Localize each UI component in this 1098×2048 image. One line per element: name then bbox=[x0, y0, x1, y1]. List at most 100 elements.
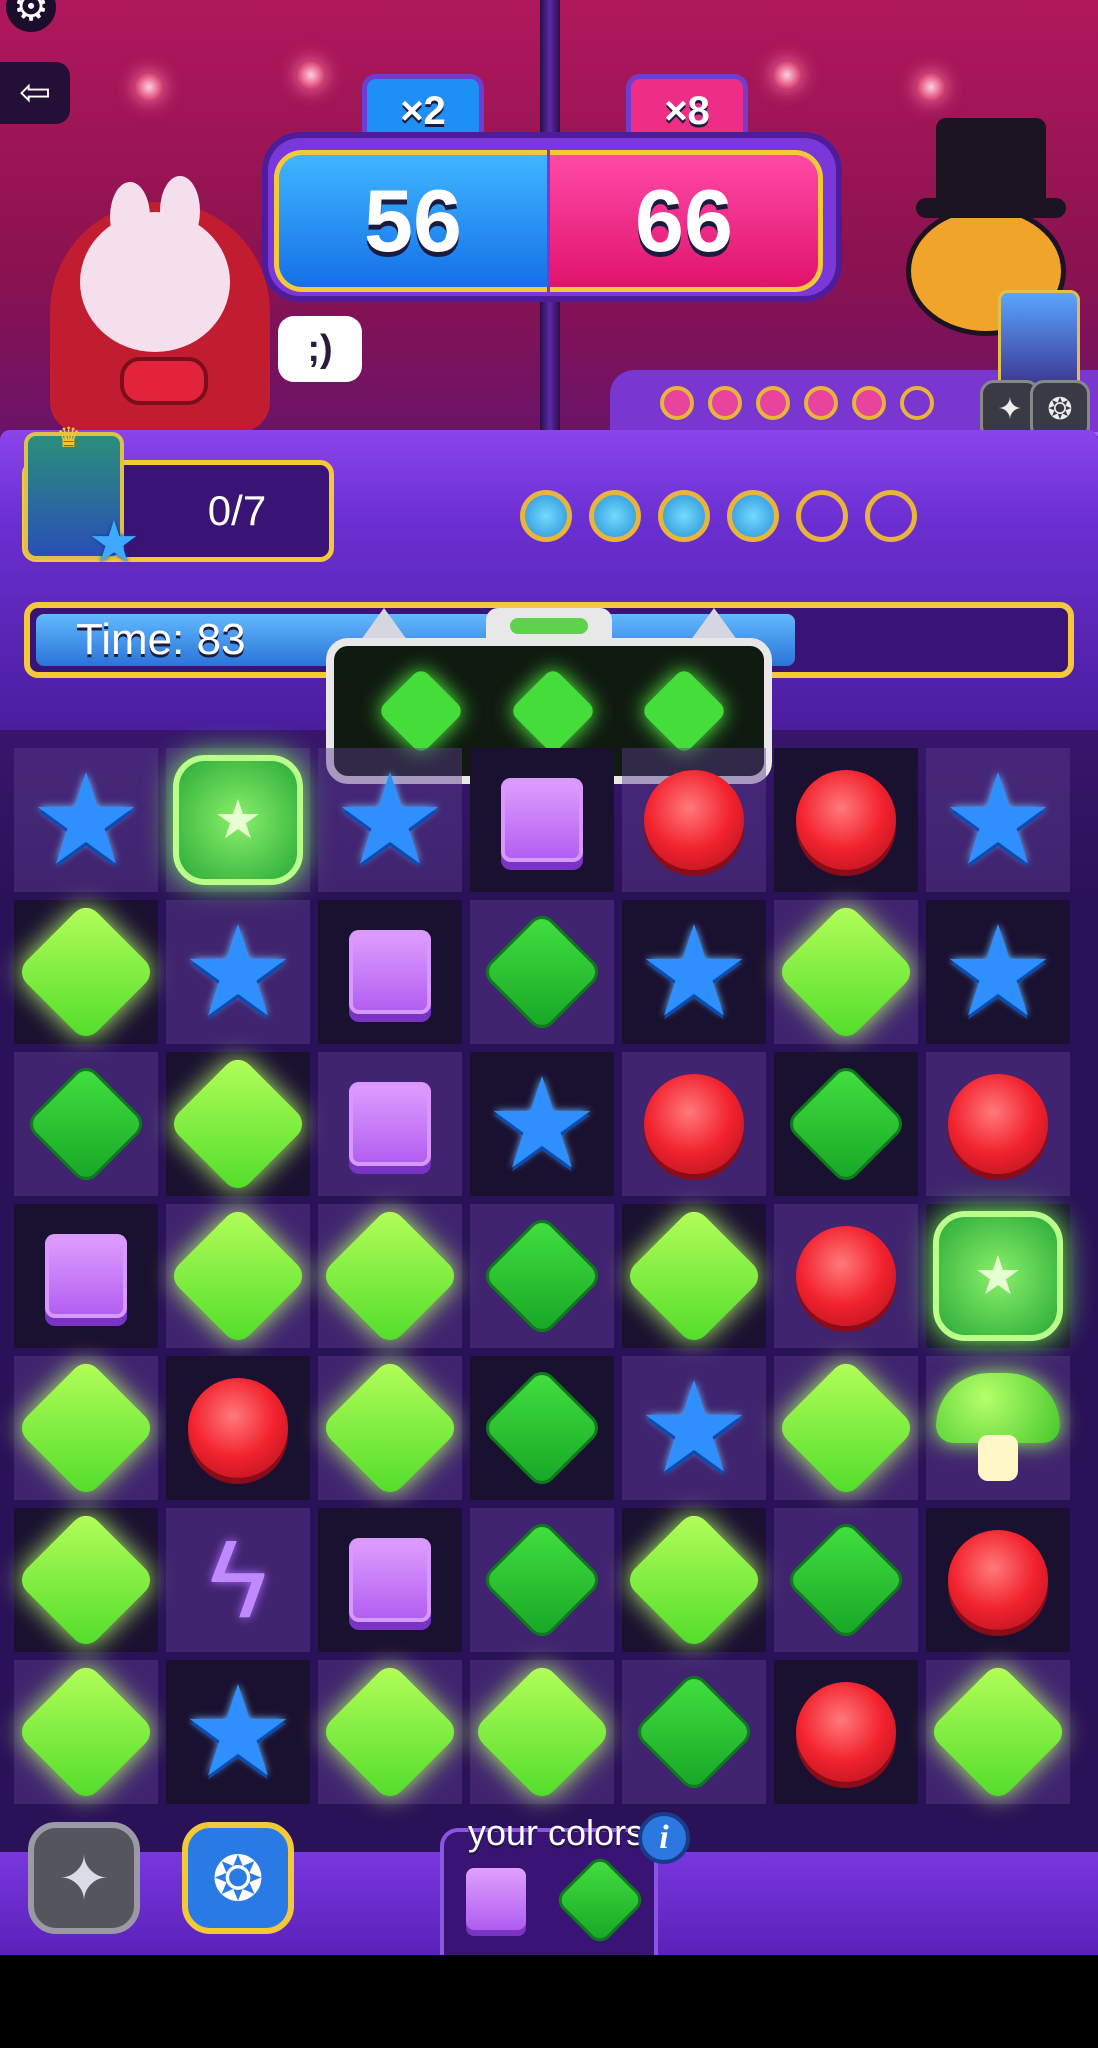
board-cell[interactable] bbox=[774, 1508, 918, 1652]
lime-diamond-icon bbox=[927, 1661, 1069, 1803]
board-cell[interactable] bbox=[926, 1660, 1070, 1804]
sparkle-stars-icon[interactable]: ✦ bbox=[28, 1822, 140, 1934]
board-cell[interactable] bbox=[318, 1052, 462, 1196]
board-cell[interactable] bbox=[166, 1356, 310, 1500]
board-cell[interactable] bbox=[470, 900, 614, 1044]
board-cell[interactable] bbox=[318, 900, 462, 1044]
green-diamond-icon bbox=[28, 1066, 144, 1182]
green-diamond-icon bbox=[788, 1522, 904, 1638]
board-cell[interactable] bbox=[14, 900, 158, 1044]
board-cell[interactable] bbox=[774, 748, 918, 892]
board-cell[interactable] bbox=[318, 1508, 462, 1652]
board-cell[interactable] bbox=[774, 900, 918, 1044]
lime-diamond-icon bbox=[775, 901, 917, 1043]
board-cell[interactable]: ★ bbox=[926, 1204, 1070, 1348]
board-cell[interactable] bbox=[926, 1508, 1070, 1652]
your-colors-label: your colors bbox=[468, 1812, 645, 1853]
combo-indicator bbox=[510, 618, 588, 634]
purple-square-icon bbox=[349, 1538, 431, 1622]
blue-star-icon: ★ bbox=[181, 1661, 295, 1802]
green-diamond-icon bbox=[788, 1066, 904, 1182]
board-cell[interactable] bbox=[622, 1660, 766, 1804]
board-cell[interactable] bbox=[926, 1052, 1070, 1196]
lime-diamond-icon bbox=[319, 1357, 461, 1499]
red-chip-icon bbox=[644, 1074, 744, 1174]
mushroom-icon bbox=[936, 1373, 1060, 1483]
stage-light bbox=[772, 60, 802, 90]
board-cell[interactable] bbox=[14, 1356, 158, 1500]
board-cell[interactable] bbox=[470, 1660, 614, 1804]
lime-diamond-icon bbox=[167, 1053, 309, 1195]
board-cell[interactable]: ★ bbox=[14, 748, 158, 892]
board-cell[interactable] bbox=[14, 1052, 158, 1196]
wink-face-icon[interactable]: ;) bbox=[278, 316, 362, 382]
board-cell[interactable] bbox=[622, 1508, 766, 1652]
lime-diamond-icon bbox=[319, 1661, 461, 1803]
board-cell[interactable]: ★ bbox=[622, 900, 766, 1044]
lime-diamond-icon bbox=[775, 1357, 917, 1499]
stage-light bbox=[296, 60, 326, 90]
round-dot bbox=[520, 490, 572, 542]
board-cell[interactable] bbox=[14, 1660, 158, 1804]
blue-star-icon: ★ bbox=[941, 901, 1055, 1042]
scarab-beetle-icon[interactable]: ❂ bbox=[182, 1822, 294, 1934]
board-cell[interactable]: ★ bbox=[622, 1356, 766, 1500]
board-cell[interactable] bbox=[774, 1356, 918, 1500]
board-cell[interactable]: ★ bbox=[166, 900, 310, 1044]
board-cell[interactable] bbox=[318, 1356, 462, 1500]
red-chip-icon bbox=[796, 1682, 896, 1782]
round-dot bbox=[589, 490, 641, 542]
board-cell[interactable]: ★ bbox=[166, 1660, 310, 1804]
lime-diamond-icon bbox=[15, 1661, 157, 1803]
board-cell[interactable] bbox=[14, 1508, 158, 1652]
board-cell[interactable] bbox=[774, 1204, 918, 1348]
board-cell[interactable] bbox=[622, 748, 766, 892]
board-cell[interactable] bbox=[318, 1660, 462, 1804]
red-chip-icon bbox=[188, 1378, 288, 1478]
goal-progress: 0/7 bbox=[207, 487, 267, 534]
info-button[interactable]: i bbox=[638, 1812, 690, 1864]
board-cell[interactable] bbox=[774, 1052, 918, 1196]
stage-light bbox=[916, 72, 946, 102]
board-cell[interactable] bbox=[318, 1204, 462, 1348]
board-cell[interactable]: ★ bbox=[470, 1052, 614, 1196]
board-cell[interactable] bbox=[470, 748, 614, 892]
board-cell[interactable]: ϟ bbox=[166, 1508, 310, 1652]
board-cell[interactable] bbox=[774, 1660, 918, 1804]
player-score: 56 bbox=[274, 150, 547, 292]
purple-square-icon bbox=[349, 1082, 431, 1166]
red-chip-icon bbox=[948, 1074, 1048, 1174]
board-cell[interactable] bbox=[14, 1204, 158, 1348]
board-cell[interactable] bbox=[470, 1204, 614, 1348]
board-cell[interactable] bbox=[926, 1356, 1070, 1500]
board-cell[interactable] bbox=[622, 1052, 766, 1196]
lime-diamond-icon bbox=[15, 1357, 157, 1499]
board-cell[interactable] bbox=[622, 1204, 766, 1348]
board-cell[interactable] bbox=[166, 1052, 310, 1196]
board-cell[interactable]: ★ bbox=[926, 900, 1070, 1044]
green-diamond-icon bbox=[636, 1674, 752, 1790]
gear-icon[interactable]: ⚙ bbox=[6, 0, 56, 32]
round-dot bbox=[658, 490, 710, 542]
blue-star-icon: ★ bbox=[29, 749, 143, 890]
board-cell[interactable] bbox=[470, 1356, 614, 1500]
board-cell[interactable] bbox=[470, 1508, 614, 1652]
exit-icon[interactable]: ⇦ bbox=[0, 62, 70, 124]
round-dot bbox=[796, 490, 848, 542]
board-cell[interactable] bbox=[166, 1204, 310, 1348]
lightning-bolt-icon: ϟ bbox=[208, 1518, 268, 1641]
round-dot bbox=[865, 490, 917, 542]
purple-square-icon bbox=[45, 1234, 127, 1318]
round-dot bbox=[756, 386, 790, 420]
board-cell[interactable]: ★ bbox=[318, 748, 462, 892]
opponent-score: 66 bbox=[550, 150, 823, 292]
round-dot bbox=[727, 490, 779, 542]
board-cell[interactable]: ★ bbox=[926, 748, 1070, 892]
board-cell[interactable]: ★ bbox=[166, 748, 310, 892]
blue-star-icon: ★ bbox=[941, 749, 1055, 890]
lime-diamond-icon bbox=[623, 1509, 765, 1651]
round-dot bbox=[804, 386, 838, 420]
round-dot bbox=[660, 386, 694, 420]
round-dot bbox=[900, 386, 934, 420]
green-card-icon: ★ bbox=[173, 755, 303, 885]
